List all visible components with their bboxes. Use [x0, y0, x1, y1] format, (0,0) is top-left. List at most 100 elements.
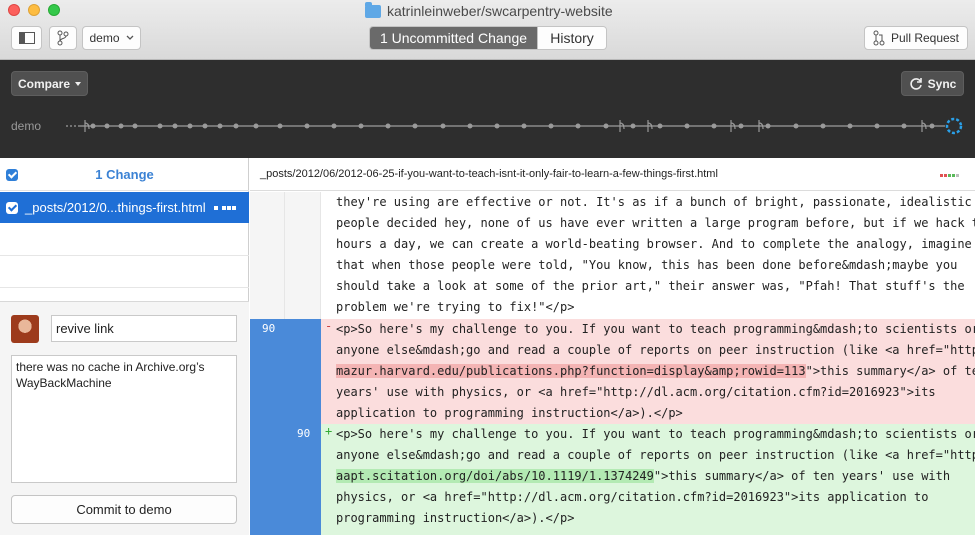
- window-title: katrinleinweber/swcarpentry-website: [365, 1, 613, 20]
- commit-timeline[interactable]: [0, 112, 975, 142]
- diff-file-path: _posts/2012/06/2012-06-25-if-you-want-to…: [260, 168, 718, 180]
- added-marker: +: [325, 424, 333, 438]
- toggle-sidebar-button[interactable]: [11, 26, 42, 50]
- deleted-line: years' use with physics, or <a href="htt…: [336, 385, 936, 399]
- divider: [0, 287, 249, 288]
- commit-dot[interactable]: [820, 123, 826, 129]
- commit-dot[interactable]: [358, 123, 364, 129]
- commit-dot[interactable]: [874, 123, 880, 129]
- uncommitted-changes-icon[interactable]: [945, 117, 963, 135]
- tab-history[interactable]: History: [537, 27, 606, 49]
- commit-dot[interactable]: [217, 123, 223, 129]
- sync-icon: [909, 77, 922, 90]
- commit-description-input[interactable]: there was no cache in Archive.org’s WayB…: [11, 355, 237, 483]
- selected-hunk-gutter[interactable]: [250, 319, 321, 535]
- pull-request-icon: [873, 30, 885, 46]
- diff-stat-bar: [940, 174, 959, 177]
- commit-dot[interactable]: [90, 123, 96, 129]
- commit-dot[interactable]: [765, 123, 771, 129]
- diff-stat-cell: [944, 174, 947, 177]
- pull-request-label: Pull Request: [890, 31, 960, 45]
- divider: [0, 255, 249, 256]
- sync-label: Sync: [927, 76, 957, 91]
- commit-dot[interactable]: [603, 123, 609, 129]
- commit-dot[interactable]: [494, 123, 500, 129]
- maximize-window-button[interactable]: [48, 4, 60, 16]
- commit-dot[interactable]: [104, 123, 110, 129]
- diff-stat-mini: [232, 206, 236, 210]
- folder-icon: [365, 1, 381, 18]
- context-line: should take a look at some of the prior …: [336, 279, 965, 293]
- context-line: they're using are effective or not. It's…: [336, 195, 972, 209]
- added-highlight: aapt.scitation.org/doi/abs/10.1119/1.137…: [336, 469, 654, 483]
- commit-dot[interactable]: [132, 123, 138, 129]
- added-line: aapt.scitation.org/doi/abs/10.1119/1.137…: [336, 466, 975, 487]
- diff-stat-mini: [222, 206, 226, 210]
- file-checkbox[interactable]: [6, 202, 18, 214]
- commit-dot[interactable]: [793, 123, 799, 129]
- commit-dot[interactable]: [277, 123, 283, 129]
- commit-dot[interactable]: [440, 123, 446, 129]
- title-bar: katrinleinweber/swcarpentry-website demo…: [0, 0, 975, 60]
- commit-dot[interactable]: [929, 123, 935, 129]
- create-branch-button[interactable]: [49, 26, 77, 50]
- deleted-marker: -: [325, 319, 333, 333]
- commit-dot[interactable]: [847, 123, 853, 129]
- context-line: problem we're trying to fix!"</p>: [336, 300, 575, 314]
- added-line-rest: ">this summary</a> of ten years' use wit…: [653, 469, 951, 483]
- added-line: physics, or <a href="http://dl.acm.org/c…: [336, 490, 929, 504]
- tab-uncommitted-changes[interactable]: 1 Uncommitted Change: [370, 27, 537, 49]
- old-line-number: 90: [262, 322, 276, 335]
- view-switcher: 1 Uncommitted Change History: [369, 26, 607, 50]
- commit-summary-input[interactable]: [51, 315, 237, 342]
- commit-dot[interactable]: [253, 123, 259, 129]
- sync-button[interactable]: Sync: [901, 71, 964, 96]
- changes-count: 1 Change: [95, 167, 154, 182]
- diff-stat-cell: [952, 174, 955, 177]
- repo-title-text: katrinleinweber/swcarpentry-website: [387, 3, 613, 19]
- commit-dot[interactable]: [548, 123, 554, 129]
- commit-dot[interactable]: [657, 123, 663, 129]
- diff-file-header: _posts/2012/06/2012-06-25-if-you-want-to…: [250, 158, 975, 191]
- pull-request-button[interactable]: Pull Request: [864, 26, 968, 50]
- new-line-number: 90: [297, 427, 311, 440]
- diff-view[interactable]: 90 90 they're using are effective or not…: [250, 192, 975, 535]
- commit-dot[interactable]: [575, 123, 581, 129]
- caret-down-icon: [75, 81, 81, 86]
- commit-dot[interactable]: [304, 123, 310, 129]
- commit-dot[interactable]: [467, 123, 473, 129]
- added-line: programming instruction</a>).</p>: [336, 511, 575, 525]
- commit-dot[interactable]: [187, 123, 193, 129]
- context-line: that when those people were told, "You k…: [336, 258, 958, 272]
- commit-dot[interactable]: [331, 123, 337, 129]
- commit-dot[interactable]: [738, 123, 744, 129]
- commit-dot[interactable]: [630, 123, 636, 129]
- commit-dot[interactable]: [118, 123, 124, 129]
- diff-stat-cell: [956, 174, 959, 177]
- commit-dot[interactable]: [901, 123, 907, 129]
- commit-dot[interactable]: [157, 123, 163, 129]
- branch-icon: [57, 30, 69, 46]
- commit-dot[interactable]: [385, 123, 391, 129]
- avatar: [11, 315, 39, 343]
- branch-select[interactable]: demo: [82, 26, 141, 50]
- added-line: anyone else&mdash;go and read a couple o…: [336, 448, 975, 462]
- compare-button[interactable]: Compare: [11, 71, 88, 96]
- changed-file-name: _posts/2012/0...things-first.html: [25, 200, 206, 215]
- commit-dot[interactable]: [172, 123, 178, 129]
- commit-button[interactable]: Commit to demo: [11, 495, 237, 524]
- close-window-button[interactable]: [8, 4, 20, 16]
- changed-file-row[interactable]: _posts/2012/0...things-first.html: [0, 192, 249, 223]
- commit-dot[interactable]: [233, 123, 239, 129]
- changes-sidebar: 1 Change _posts/2012/0...things-first.ht…: [0, 158, 249, 535]
- commit-dot[interactable]: [684, 123, 690, 129]
- sidebar-icon: [18, 32, 35, 44]
- commit-dot[interactable]: [521, 123, 527, 129]
- history-timeline-bar: Compare Sync demo: [0, 60, 975, 158]
- diff-stat-mini: [214, 206, 218, 210]
- commit-dot[interactable]: [711, 123, 717, 129]
- deleted-line: anyone else&mdash;go and read a couple o…: [336, 343, 975, 357]
- commit-dot[interactable]: [202, 123, 208, 129]
- minimize-window-button[interactable]: [28, 4, 40, 16]
- commit-dot[interactable]: [412, 123, 418, 129]
